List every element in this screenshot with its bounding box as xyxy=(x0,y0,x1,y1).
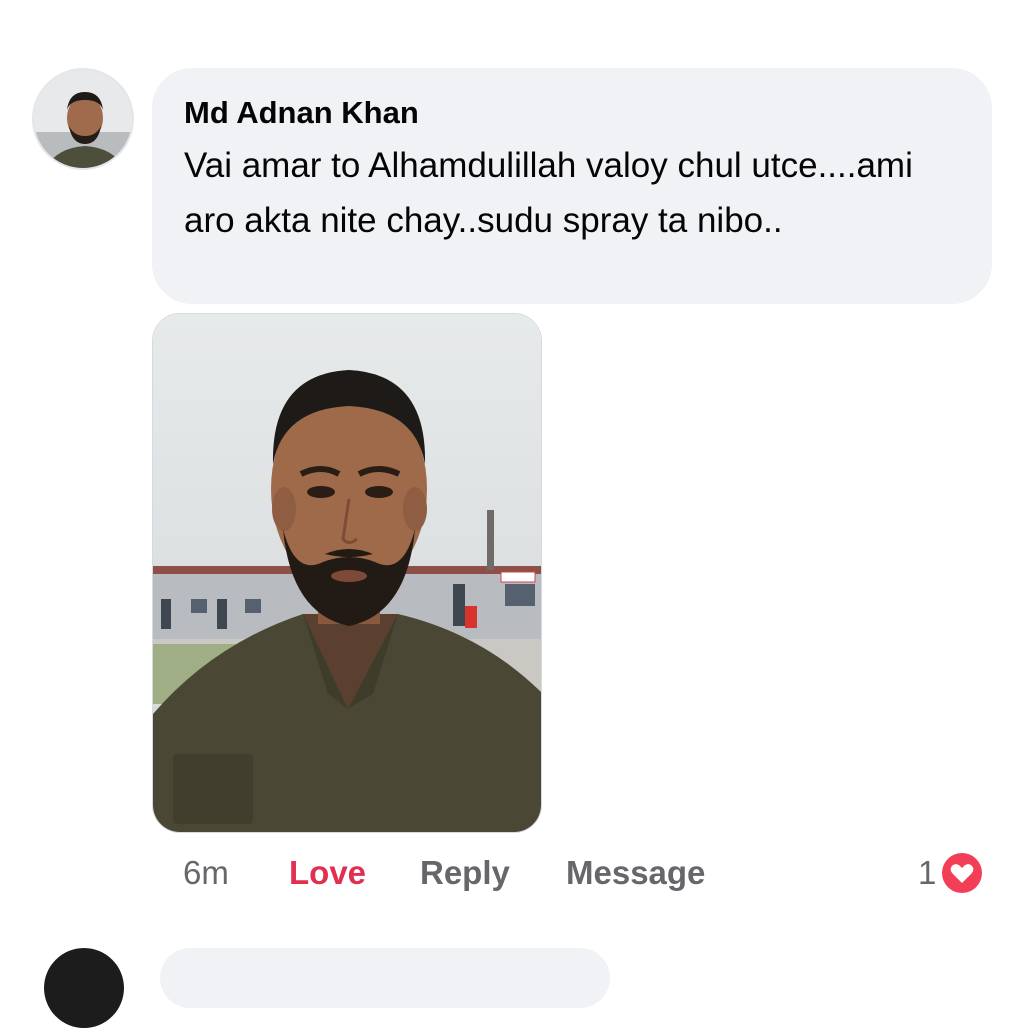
author-avatar[interactable] xyxy=(32,68,134,170)
message-button[interactable]: Message xyxy=(566,848,705,898)
comment-bubble: Md Adnan Khan Vai amar to Alhamdulillah … xyxy=(152,68,992,304)
comment-photo[interactable] xyxy=(152,313,542,833)
author-name[interactable]: Md Adnan Khan xyxy=(184,94,958,132)
reaction-summary[interactable]: 1 xyxy=(918,848,985,898)
reaction-count: 1 xyxy=(918,854,937,891)
avatar-photo xyxy=(34,70,132,168)
love-button[interactable]: Love xyxy=(289,848,366,898)
reply-button[interactable]: Reply xyxy=(420,848,510,898)
comment-text: Vai amar to Alhamdulillah valoy chul utc… xyxy=(184,146,913,240)
heart-icon xyxy=(940,851,985,895)
comment-actions: 6m Love Reply Message xyxy=(0,848,1024,898)
selfie-photo xyxy=(153,314,541,832)
comment-timestamp: 6m xyxy=(183,854,229,891)
next-comment-bubble xyxy=(160,948,610,1008)
next-comment-avatar[interactable] xyxy=(44,948,124,1028)
